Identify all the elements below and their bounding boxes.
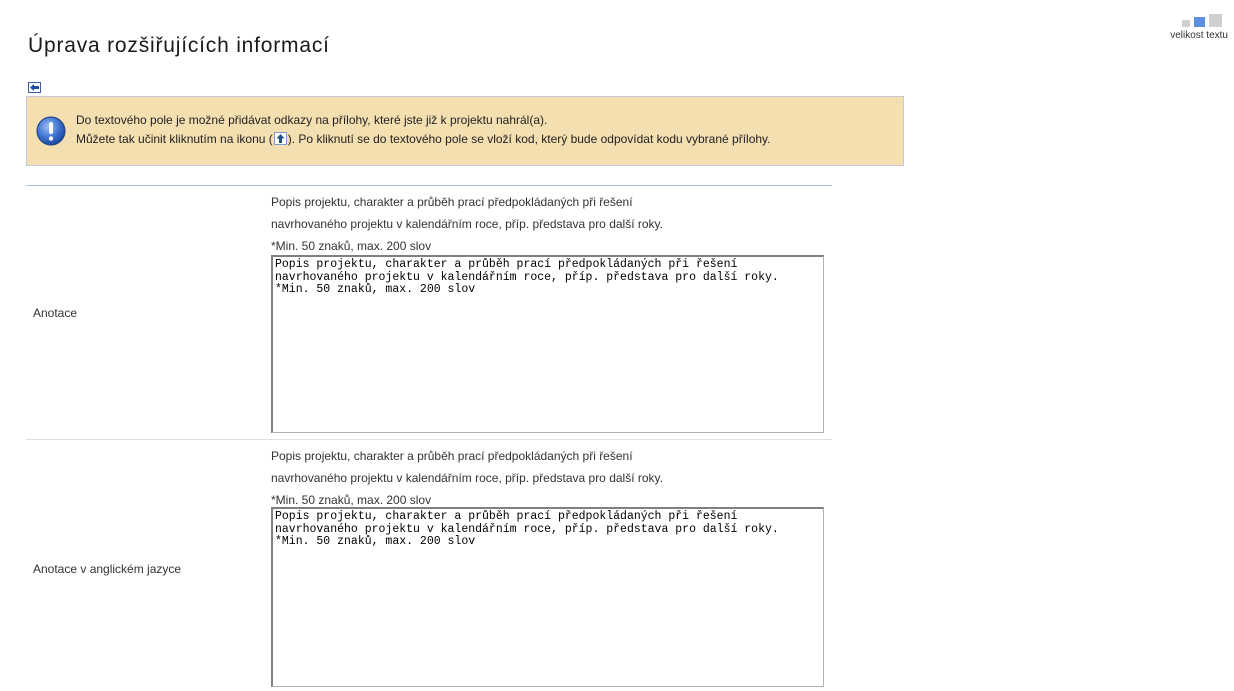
info-line-2-end: ). Po kliknutí se do textového pole se v… [287,132,771,146]
page: Úprava rozšiřujících informací velikost … [0,0,1234,691]
info-line-1: Do textového pole je možné přidávat odka… [76,113,548,127]
page-title: Úprava rozšiřujících informací [28,34,330,57]
back-arrow-icon[interactable] [28,80,41,93]
field-label: Anotace v anglickém jazyce [33,562,182,576]
info-text: Do textového pole je možné přidávat odka… [76,111,771,149]
info-line-2: Můžete tak učinit kliknutím na ikonu ().… [76,130,771,149]
field-label: Anotace [33,306,78,320]
text-size-small-button[interactable] [1182,20,1190,27]
anotace-textarea[interactable]: Popis projektu, charakter a průběh prací… [271,255,824,433]
form-row-anotace: Anotace Popis projektu, charakter a průb… [26,186,832,440]
hint-line: Popis projektu, charakter a průběh prací… [271,449,633,463]
field-hint: Popis projektu, charakter a průběh prací… [271,445,831,511]
text-size-options [1158,14,1222,27]
hint-line: Popis projektu, charakter a průběh prací… [271,195,633,209]
text-size-label: velikost textu [1170,30,1228,41]
info-exclamation-icon [36,116,66,146]
anotace-en-textarea[interactable]: Popis projektu, charakter a průběh prací… [271,507,824,687]
info-box: Do textového pole je možné přidávat odka… [26,96,904,166]
hint-line: navrhovaného projektu v kalendářním roce… [271,471,663,485]
info-line-2-start: Můžete tak učinit kliknutím na ikonu ( [76,132,273,146]
form-row-anotace-en: Anotace v anglickém jazyce Popis projekt… [26,440,832,691]
hint-line: navrhovaného projektu v kalendářním roce… [271,217,663,231]
hint-line: *Min. 50 znaků, max. 200 slov [271,239,432,253]
text-size-control: velikost textu [1158,14,1228,41]
arrow-up-icon [273,132,287,145]
text-size-large-button[interactable] [1209,14,1222,27]
field-hint: Popis projektu, charakter a průběh prací… [271,191,831,257]
text-size-medium-button[interactable] [1194,17,1205,27]
